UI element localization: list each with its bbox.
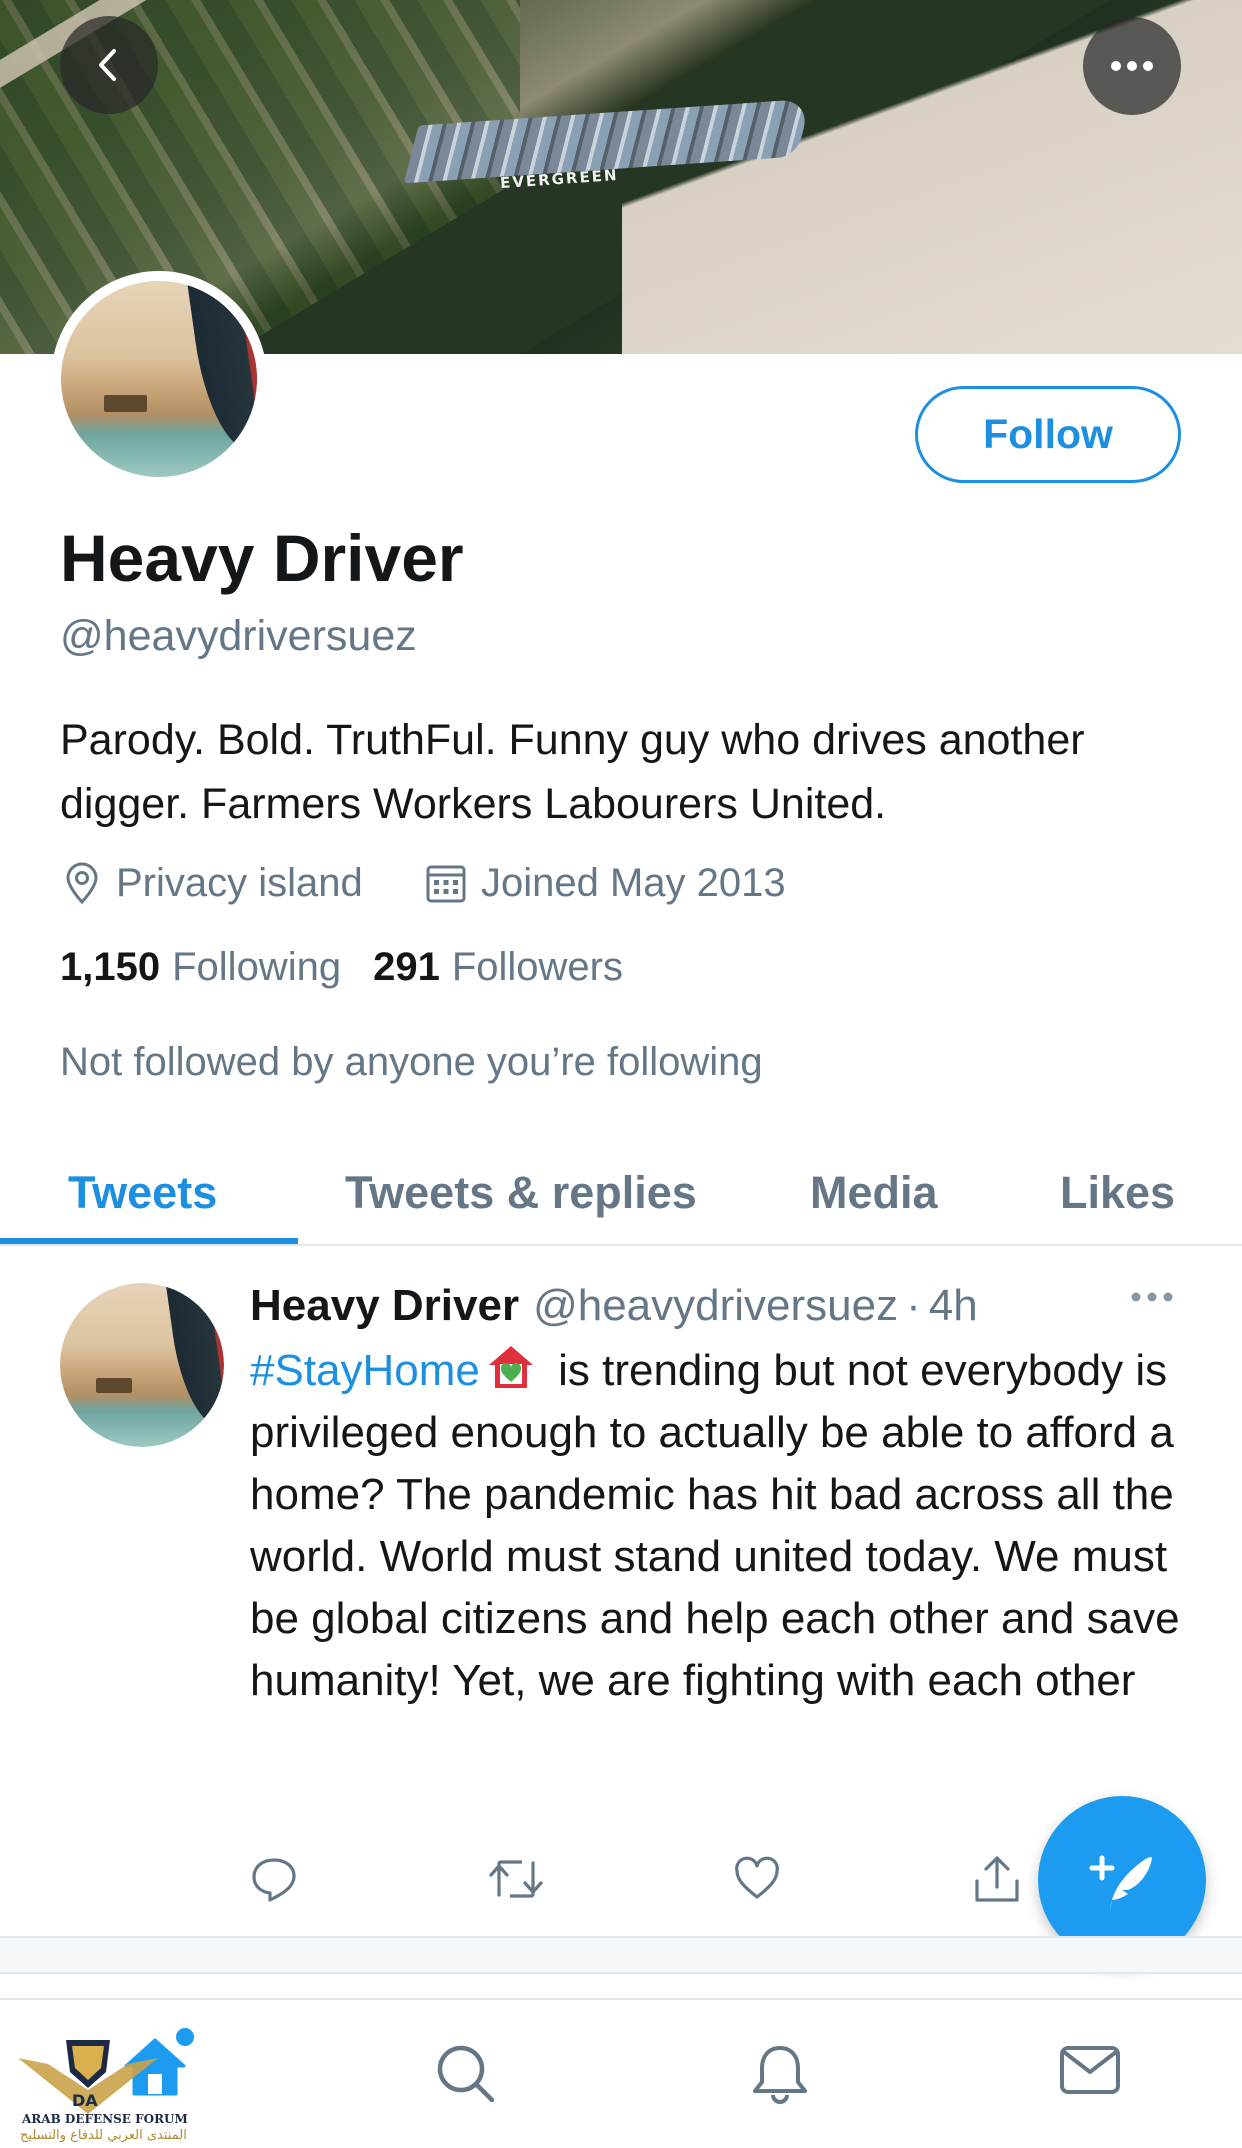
timeline-separator xyxy=(0,1936,1242,1974)
avatar-image xyxy=(61,281,257,477)
nav-search[interactable] xyxy=(434,2042,498,2111)
followers-label: Followers xyxy=(451,945,623,989)
tweet-separator: · xyxy=(906,1281,921,1330)
profile-handle: @heavydriversuez xyxy=(60,612,417,660)
calendar-icon xyxy=(426,865,466,903)
tab-media[interactable]: Media xyxy=(810,1140,938,1246)
tweet-body: is trending but not everybody is privile… xyxy=(250,1346,1180,1705)
tweet-text: #StayHome is trending but not everybody … xyxy=(250,1340,1200,1712)
tab-tweets-replies[interactable]: Tweets & replies xyxy=(345,1140,697,1246)
tweet-avatar[interactable] xyxy=(60,1283,224,1447)
search-icon xyxy=(437,2045,495,2103)
location-pin-icon xyxy=(66,862,98,905)
heart-icon xyxy=(735,1856,779,1899)
house-with-heart-icon xyxy=(488,1346,533,1388)
tweet-time: 4h xyxy=(928,1281,978,1330)
nav-notifications[interactable] xyxy=(748,2042,812,2111)
back-button[interactable] xyxy=(60,16,158,114)
following-label: Following xyxy=(172,945,342,989)
compose-feather-icon xyxy=(1089,1855,1152,1910)
follow-stats: 1,150 Following 291 Followers xyxy=(60,945,655,990)
watermark-title: ARAB DEFENSE FORUM xyxy=(22,2112,188,2126)
tweet-header: Heavy Driver @heavydriversuez · 4h xyxy=(250,1278,978,1334)
followers-count: 291 xyxy=(373,945,440,989)
active-tab-indicator xyxy=(0,1238,298,1244)
tab-likes[interactable]: Likes xyxy=(1060,1140,1175,1246)
nav-messages[interactable] xyxy=(1058,2042,1122,2103)
tweet-more-button[interactable] xyxy=(1130,1290,1174,1308)
profile-avatar[interactable] xyxy=(51,271,267,487)
profile-joined: Joined May 2013 xyxy=(425,858,786,908)
tweet-author-handle[interactable]: @heavydriversuez xyxy=(533,1281,898,1331)
following-link[interactable]: 1,150 Following xyxy=(60,945,341,990)
notifications-icon xyxy=(753,2046,807,2104)
more-horizontal-icon xyxy=(1131,1292,1173,1302)
followers-link[interactable]: 291 Followers xyxy=(373,945,623,990)
watermark-logo-text: DA xyxy=(72,2091,98,2110)
retweet-button[interactable] xyxy=(488,1855,544,1908)
chevron-left-icon xyxy=(99,49,116,81)
new-content-dot xyxy=(176,2028,194,2046)
hashtag-link[interactable]: #StayHome xyxy=(250,1346,480,1395)
mutual-followers-note: Not followed by anyone you’re following xyxy=(60,1040,763,1084)
like-button[interactable] xyxy=(733,1855,781,1908)
location-text: Privacy island xyxy=(116,860,363,905)
more-horizontal-icon xyxy=(1111,61,1153,71)
tweet-author-name[interactable]: Heavy Driver xyxy=(250,1281,519,1331)
watermark-subtitle: المنتدى العربي للدفاع والتسليح xyxy=(20,2128,187,2143)
more-options-button[interactable] xyxy=(1083,17,1181,115)
profile-tabs: Tweets Tweets & replies Media Likes xyxy=(0,1140,1242,1246)
share-button[interactable] xyxy=(972,1855,1022,1910)
retweet-icon xyxy=(489,1860,543,1898)
profile-location: Privacy island xyxy=(62,858,363,908)
messages-icon xyxy=(1060,2046,1120,2094)
following-count: 1,150 xyxy=(60,945,161,989)
reply-button[interactable] xyxy=(250,1855,298,1908)
tab-tweets[interactable]: Tweets xyxy=(68,1140,217,1246)
joined-text: Joined May 2013 xyxy=(481,860,786,905)
share-icon xyxy=(975,1856,1019,1902)
profile-name: Heavy Driver xyxy=(60,521,464,595)
profile-bio: Parody. Bold. TruthFul. Funny guy who dr… xyxy=(60,716,1085,828)
follow-button[interactable]: Follow xyxy=(915,386,1181,483)
reply-icon xyxy=(252,1858,296,1902)
